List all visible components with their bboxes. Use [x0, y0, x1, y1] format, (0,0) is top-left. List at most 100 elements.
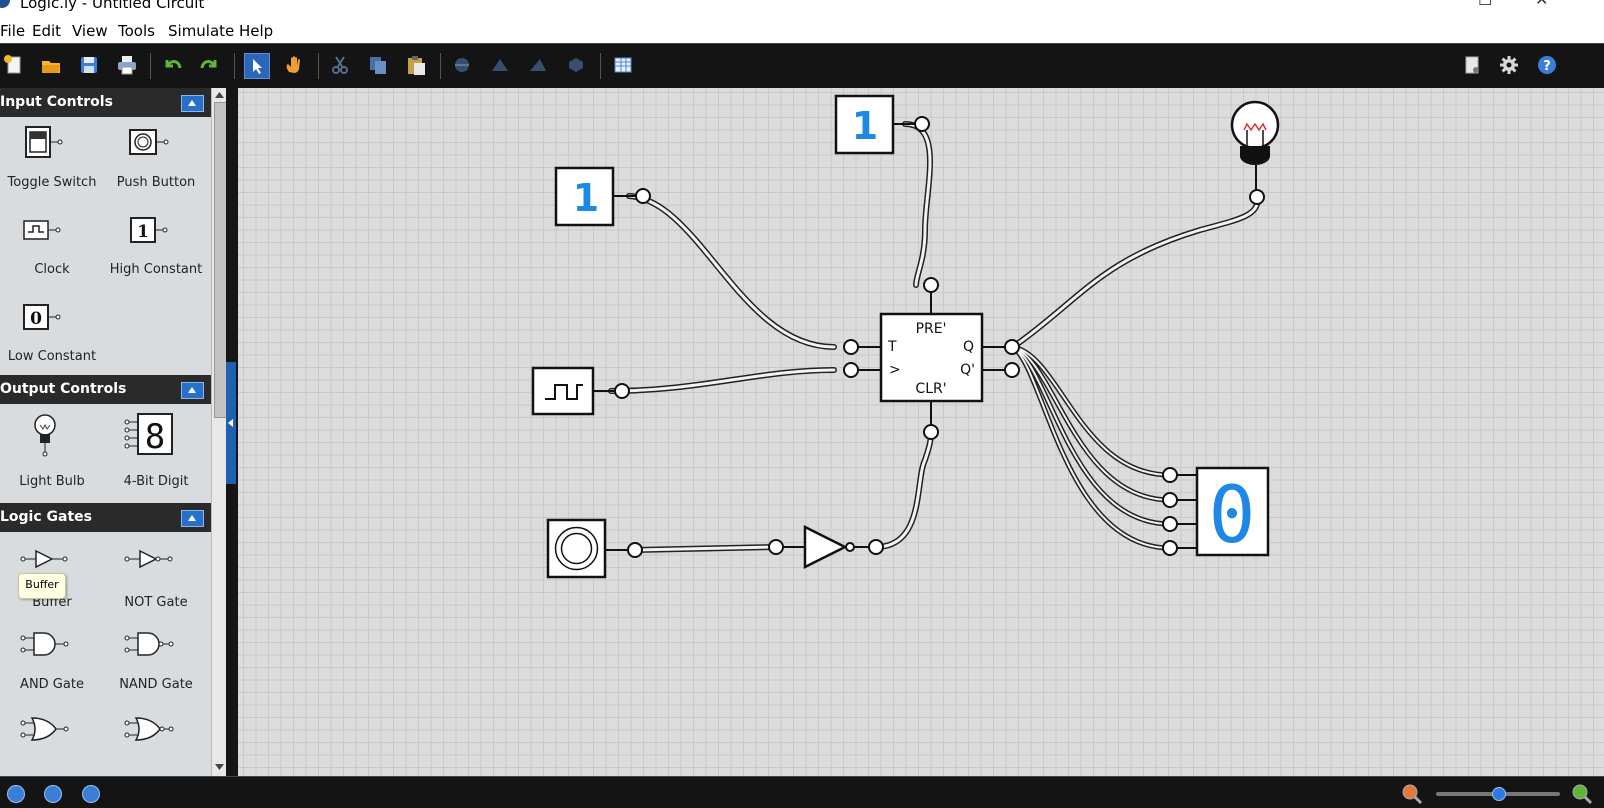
q-label: Q	[963, 339, 974, 355]
save-icon[interactable]	[77, 53, 101, 77]
and-gate-icon	[20, 632, 69, 656]
collapse-icon[interactable]	[181, 382, 204, 399]
scroll-down-icon[interactable]	[215, 762, 224, 771]
help-icon[interactable]: ?	[1535, 53, 1559, 77]
wire-clock-to-clk[interactable]	[608, 367, 837, 394]
collapse-palette-icon[interactable]	[226, 362, 236, 484]
wire-high-to-pre[interactable]	[902, 121, 933, 288]
t-flip-flop[interactable]: PRE' CLR' T > Q Q'	[843, 277, 1020, 440]
clock-component[interactable]	[531, 366, 630, 416]
wire-button-to-not[interactable]	[632, 544, 779, 553]
constant-value: 1	[573, 176, 599, 220]
new-icon[interactable]	[2, 53, 26, 77]
menu-bar: File Edit View Tools Simulate Help	[0, 17, 1604, 43]
panel-splitter[interactable]	[226, 88, 238, 776]
item-label: 4-Bit Digit	[123, 474, 189, 489]
title-bar: Logic.ly - Untitled Circuit ☐ ✕	[0, 0, 1604, 17]
high-constant-1[interactable]: 1	[554, 166, 651, 227]
zoom-slider-thumb[interactable]	[1492, 787, 1506, 801]
maximize-icon[interactable]: ☐	[1478, 0, 1492, 9]
collapse-icon[interactable]	[181, 510, 204, 527]
section-header-input-controls[interactable]: Input Controls	[0, 88, 211, 117]
play-pause-icon[interactable]	[44, 785, 62, 803]
low-constant-icon: 0	[23, 304, 61, 330]
palette-scrollbar[interactable]	[211, 88, 227, 776]
reset-simulation-icon[interactable]	[7, 785, 25, 803]
step-forward-icon[interactable]	[82, 785, 100, 803]
toolbar: ?	[0, 43, 1604, 88]
menu-simulate[interactable]: Simulate	[168, 22, 234, 40]
section-title: Logic Gates	[0, 509, 92, 525]
zoom-out-icon[interactable]	[1401, 783, 1423, 805]
digit-display-icon: 8	[124, 413, 173, 457]
zoom-in-icon[interactable]	[1571, 783, 1593, 805]
cut-icon[interactable]	[328, 53, 352, 77]
menu-view[interactable]: View	[72, 22, 108, 40]
not-gate-icon	[124, 549, 173, 569]
undo-icon[interactable]	[160, 53, 184, 77]
redo-icon[interactable]	[198, 53, 222, 77]
collapse-icon[interactable]	[181, 95, 204, 112]
zoom-slider[interactable]	[1436, 787, 1560, 801]
palette-or-gate[interactable]	[0, 710, 104, 776]
paste-icon[interactable]	[404, 53, 428, 77]
flip-horizontal-icon[interactable]	[488, 53, 512, 77]
menu-edit[interactable]: Edit	[32, 22, 61, 40]
print-icon[interactable]	[115, 53, 139, 77]
wire-q-to-bulb[interactable]	[1010, 194, 1261, 350]
pan-tool-icon[interactable]	[282, 53, 306, 77]
select-tool-icon[interactable]	[244, 53, 270, 79]
palette-light-bulb[interactable]: Light Bulb	[0, 410, 104, 490]
wire-not-to-clr[interactable]	[873, 429, 934, 550]
wire-q-to-digit[interactable]	[1010, 344, 1173, 551]
four-bit-digit-display[interactable]: 0	[1162, 466, 1270, 561]
item-label: AND Gate	[20, 677, 84, 692]
item-label: Toggle Switch	[7, 175, 97, 190]
flip-vertical-icon[interactable]	[526, 53, 550, 77]
toggle-switch-icon	[25, 126, 63, 158]
palette-toggle-switch[interactable]: Toggle Switch	[0, 123, 104, 203]
open-icon[interactable]	[39, 53, 63, 77]
palette-low-constant[interactable]: 0 Low Constant	[0, 297, 104, 377]
high-constant-2[interactable]: 1	[834, 94, 930, 155]
rotate-icon[interactable]	[450, 53, 474, 77]
push-button-component[interactable]	[546, 518, 643, 579]
settings-gear-icon[interactable]	[1497, 53, 1521, 77]
scroll-up-icon[interactable]	[215, 91, 224, 100]
item-label: Clock	[34, 262, 70, 277]
document-properties-icon[interactable]	[1460, 53, 1484, 77]
copy-icon[interactable]	[366, 53, 390, 77]
constant-value: 1	[852, 104, 878, 148]
palette-4-bit-digit[interactable]: 8 4-Bit Digit	[104, 410, 208, 490]
truth-table-icon[interactable]	[611, 53, 635, 77]
light-bulb[interactable]	[1230, 100, 1280, 205]
menu-tools[interactable]: Tools	[118, 22, 155, 40]
circuit-canvas[interactable]: 1 1 PRE' CLR' T > Q Q' 0	[238, 88, 1604, 776]
component-palette: Input Controls Toggle Switch Push Button…	[0, 88, 211, 776]
menu-file[interactable]: File	[0, 22, 25, 40]
palette-and-gate[interactable]: AND Gate	[0, 625, 104, 705]
palette-push-button[interactable]: Push Button	[104, 123, 208, 203]
circuit-diagram: 1 1 PRE' CLR' T > Q Q' 0	[531, 94, 1280, 579]
section-header-output-controls[interactable]: Output Controls	[0, 375, 211, 404]
window-title: Logic.ly - Untitled Circuit	[20, 0, 205, 12]
nor-gate-icon	[124, 717, 174, 741]
palette-nor-gate[interactable]	[104, 710, 208, 776]
palette-not-gate[interactable]: NOT Gate	[104, 540, 208, 620]
push-button-icon	[129, 129, 169, 155]
palette-clock[interactable]: Clock	[0, 210, 104, 290]
not-gate[interactable]	[768, 524, 884, 570]
item-label: NOT Gate	[124, 595, 188, 610]
group-icon[interactable]	[564, 53, 588, 77]
svg-text:8: 8	[145, 417, 165, 457]
menu-help[interactable]: Help	[239, 22, 273, 40]
q-bar-label: Q'	[960, 362, 975, 378]
close-icon[interactable]: ✕	[1535, 0, 1548, 9]
palette-high-constant[interactable]: 1 High Constant	[104, 210, 208, 290]
or-gate-icon	[20, 717, 69, 741]
status-bar	[0, 776, 1604, 808]
wire-high-to-t[interactable]	[626, 193, 837, 350]
t-label: T	[887, 339, 897, 355]
section-header-logic-gates[interactable]: Logic Gates	[0, 503, 211, 532]
palette-nand-gate[interactable]: NAND Gate	[104, 625, 208, 705]
